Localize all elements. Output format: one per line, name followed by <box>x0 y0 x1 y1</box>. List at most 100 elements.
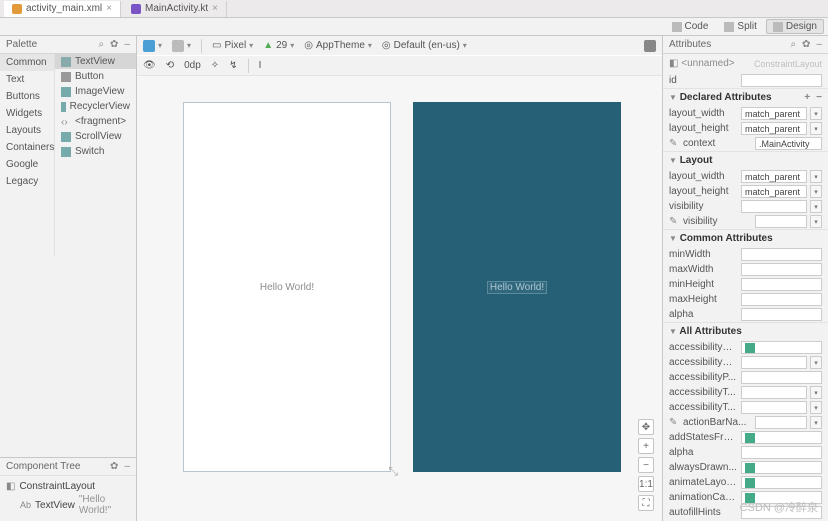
pan-icon[interactable]: ✥ <box>638 419 654 435</box>
dropdown-icon[interactable]: ▾ <box>810 416 822 429</box>
dropdown-icon[interactable]: ▾ <box>810 386 822 399</box>
locale-picker[interactable]: ◎ Default (en-us)▾ <box>382 40 467 51</box>
attribute-field[interactable]: match_parent <box>741 185 807 198</box>
dropdown-icon[interactable]: ▾ <box>810 122 822 135</box>
attribute-field[interactable]: match_parent <box>741 107 807 120</box>
view-mode-design[interactable]: Design <box>766 19 824 34</box>
attribute-field[interactable] <box>755 416 807 429</box>
attribute-field[interactable] <box>741 293 822 306</box>
attribute-field[interactable] <box>741 446 822 459</box>
collapse-icon[interactable]: – <box>816 39 822 50</box>
guideline-icon[interactable]: I <box>259 60 262 71</box>
attribute-field[interactable] <box>741 263 822 276</box>
device-picker[interactable]: ▭ Pixel▾ <box>212 40 253 51</box>
clear-icon[interactable]: ↯ <box>229 60 237 71</box>
close-tab-icon[interactable]: × <box>212 3 218 14</box>
section-layout[interactable]: ▼ Layout <box>663 151 828 169</box>
palette-item[interactable]: ‹›<fragment> <box>55 114 136 129</box>
dropdown-icon[interactable]: ▾ <box>810 215 822 228</box>
preview-text[interactable]: Hello World! <box>260 282 314 293</box>
palette-item[interactable]: Switch <box>55 144 136 159</box>
palette-category[interactable]: Buttons <box>0 88 54 105</box>
attribute-field[interactable] <box>741 248 822 261</box>
eye-icon[interactable]: 👁 <box>143 60 156 71</box>
gear-icon[interactable]: ✿ <box>110 39 118 50</box>
zoom-in-icon[interactable]: + <box>638 438 654 454</box>
attribute-field[interactable] <box>741 431 822 444</box>
structure-icon[interactable] <box>644 40 656 52</box>
attribute-field[interactable] <box>741 308 822 321</box>
attribute-label: actionBarNa... <box>683 417 751 428</box>
attribute-field[interactable] <box>741 461 822 474</box>
collapse-icon[interactable]: – <box>124 461 130 472</box>
attribute-field[interactable] <box>741 341 822 354</box>
tree-row-child[interactable]: Ab TextView "Hello World!" <box>6 493 130 517</box>
design-preview-blueprint[interactable]: Hello World! <box>413 102 621 472</box>
attribute-field[interactable] <box>755 215 807 228</box>
view-mode-code[interactable]: Code <box>665 19 716 34</box>
palette-category[interactable]: Text <box>0 71 54 88</box>
attribute-field[interactable] <box>741 506 822 519</box>
file-tab-main-activity[interactable]: MainActivity.kt × <box>123 1 227 17</box>
attribute-field[interactable] <box>741 371 822 384</box>
attribute-row: minWidth <box>663 247 828 262</box>
attribute-field[interactable] <box>741 401 807 414</box>
remove-icon[interactable]: − <box>816 92 822 103</box>
tree-row-root[interactable]: ◧ ConstraintLayout <box>6 480 130 493</box>
search-icon[interactable]: ⌕ <box>98 39 104 50</box>
zoom-out-icon[interactable]: − <box>638 457 654 473</box>
id-field[interactable] <box>741 74 822 87</box>
zoom-fit-icon[interactable]: 1:1 <box>638 476 654 492</box>
expand-icon[interactable]: ⛶ <box>638 495 654 511</box>
infer-icon[interactable]: ✧ <box>211 60 219 71</box>
close-tab-icon[interactable]: × <box>106 3 112 14</box>
palette-category[interactable]: Legacy <box>0 173 54 190</box>
palette-item[interactable]: RecyclerView <box>55 99 136 114</box>
add-icon[interactable]: + <box>804 92 810 103</box>
resize-handle-icon[interactable]: ⤡ <box>388 464 398 479</box>
palette-item[interactable]: Button <box>55 69 136 84</box>
section-declared[interactable]: ▼ Declared Attributes +− <box>663 88 828 106</box>
attribute-field[interactable] <box>741 491 822 504</box>
design-surface-icon[interactable]: ▾ <box>143 40 162 52</box>
attribute-field[interactable] <box>741 200 807 213</box>
section-all[interactable]: ▼ All Attributes <box>663 322 828 340</box>
dropdown-icon[interactable]: ▾ <box>810 401 822 414</box>
attribute-field[interactable]: .MainActivity <box>755 137 822 150</box>
dropdown-icon[interactable]: ▾ <box>810 185 822 198</box>
preview-text[interactable]: Hello World! <box>487 281 547 294</box>
attribute-field[interactable] <box>741 278 822 291</box>
attribute-field[interactable] <box>741 386 807 399</box>
section-common[interactable]: ▼ Common Attributes <box>663 229 828 247</box>
attribute-field[interactable]: match_parent <box>741 122 807 135</box>
attribute-field[interactable] <box>741 356 807 369</box>
api-picker[interactable]: ▲ 29▾ <box>263 40 294 51</box>
attribute-row: layout_heightmatch_parent▾ <box>663 121 828 136</box>
gear-icon[interactable]: ✿ <box>802 39 810 50</box>
autoconnect-icon[interactable]: ⟲ <box>166 60 174 71</box>
dropdown-icon[interactable]: ▾ <box>810 356 822 369</box>
palette-category[interactable]: Containers <box>0 139 54 156</box>
design-preview-light[interactable]: Hello World! ⤡ <box>183 102 391 472</box>
palette-category[interactable]: Common <box>0 54 54 71</box>
file-tab-activity-main[interactable]: activity_main.xml × <box>4 1 121 17</box>
dropdown-icon[interactable]: ▾ <box>810 200 822 213</box>
attribute-field[interactable]: match_parent <box>741 170 807 183</box>
palette-category[interactable]: Google <box>0 156 54 173</box>
orientation-icon[interactable]: ▾ <box>172 40 191 52</box>
palette-item[interactable]: TextView <box>55 54 136 69</box>
palette-item[interactable]: ImageView <box>55 84 136 99</box>
palette-item[interactable]: ScrollView <box>55 129 136 144</box>
palette-category[interactable]: Layouts <box>0 122 54 139</box>
attribute-field[interactable] <box>741 476 822 489</box>
view-mode-split[interactable]: Split <box>717 19 763 34</box>
theme-picker[interactable]: ◎ AppTheme▾ <box>304 40 372 51</box>
dropdown-icon[interactable]: ▾ <box>810 170 822 183</box>
design-canvas[interactable]: Hello World! ⤡ Hello World! ✥ + − 1:1 ⛶ <box>137 76 662 521</box>
palette-category[interactable]: Widgets <box>0 105 54 122</box>
dropdown-icon[interactable]: ▾ <box>810 107 822 120</box>
gear-icon[interactable]: ✿ <box>110 461 118 472</box>
collapse-icon[interactable]: – <box>124 39 130 50</box>
default-margin[interactable]: 0dp <box>184 60 201 71</box>
search-icon[interactable]: ⌕ <box>790 39 796 50</box>
